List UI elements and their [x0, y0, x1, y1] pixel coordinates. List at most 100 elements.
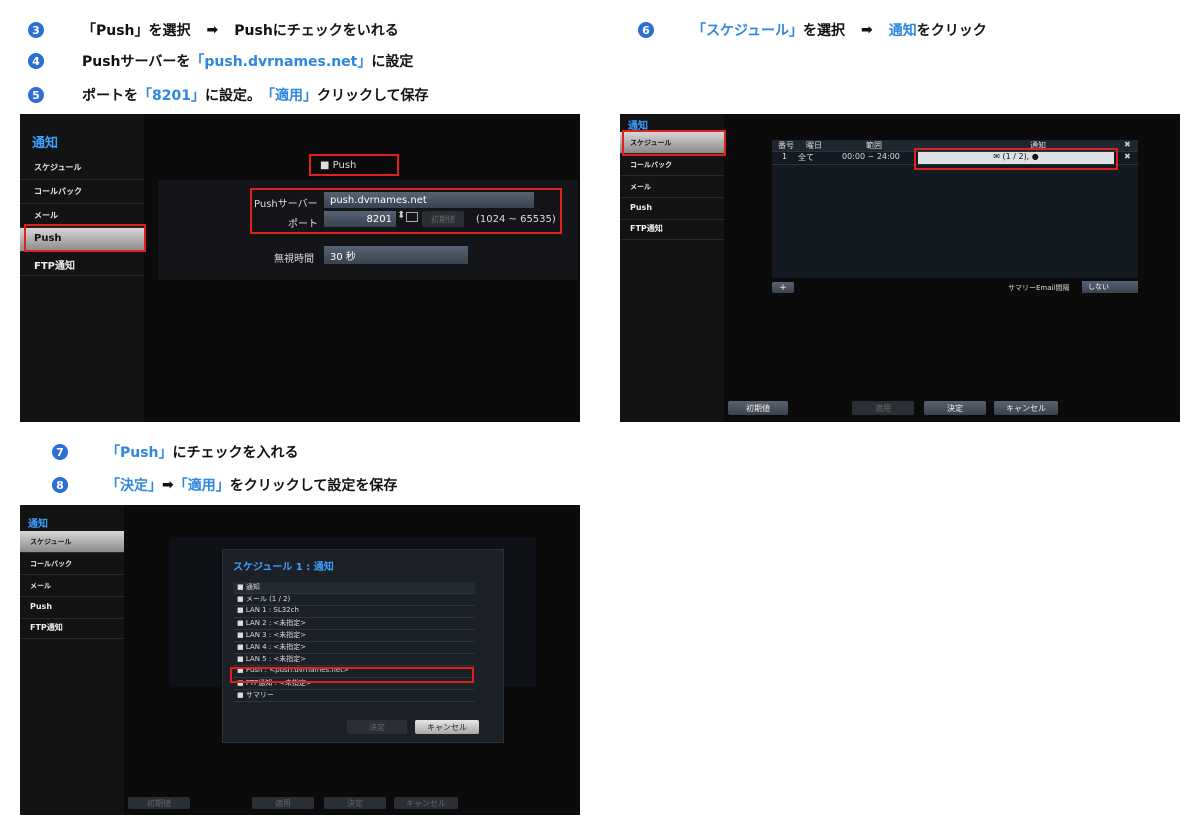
- step-3: 3 「Push」を選択 ➡ Pushにチェックをいれる: [28, 20, 399, 40]
- highlight-box: [309, 154, 399, 176]
- list-item-label: LAN 4 : <未指定>: [245, 643, 307, 651]
- list-item[interactable]: ■ LAN 2 : <未指定>: [233, 618, 475, 630]
- sidebar-item-callback[interactable]: コールバック: [620, 154, 724, 176]
- header-range: 範囲: [866, 141, 882, 150]
- step-text: Pushにチェックをいれる: [234, 23, 399, 39]
- dialog-title: スケジュール 1 : 通知: [233, 562, 334, 573]
- dialog-ok-button[interactable]: 決定: [347, 720, 407, 734]
- step-text: に設定: [371, 54, 414, 70]
- highlight-box: [914, 148, 1118, 170]
- step-number: 3: [28, 22, 44, 38]
- step-text: に設定。: [204, 88, 261, 104]
- step-text: 「8201」: [138, 88, 205, 104]
- default-button[interactable]: 初期値: [128, 797, 190, 809]
- list-item-label: サマリー: [245, 691, 274, 699]
- notify-dialog: スケジュール 1 : 通知 ■ 通知 ■ メール (1 / 2) ■ LAN 1…: [222, 549, 504, 743]
- list-item-label: LAN 5 : <未指定>: [245, 655, 307, 663]
- sidebar-item-callback[interactable]: コールバック: [20, 180, 144, 204]
- sidebar: 通知 スケジュール コールバック メール Push FTP通知: [20, 114, 144, 422]
- step-4: 4 Pushサーバーを 「push.dvrnames.net」 に設定: [28, 51, 413, 71]
- step-6: 6 「スケジュール」 を選択 ➡ 通知 をクリック: [638, 20, 987, 40]
- list-item[interactable]: ■ メール (1 / 2): [233, 594, 475, 606]
- step-8: 8 「決定」 ➡ 「適用」 をクリックして設定を保存: [52, 475, 397, 495]
- sidebar-item-ftp[interactable]: FTP通知: [20, 617, 124, 639]
- schedule-screen: 通知 スケジュール コールバック メール Push FTP通知 番号 曜日 範囲…: [620, 114, 1180, 422]
- ignore-time-label: 無視時間: [274, 254, 314, 265]
- summary-select[interactable]: しない: [1082, 281, 1138, 293]
- step-text: 「Push」: [106, 445, 173, 461]
- step-text: 「適用」: [260, 88, 317, 104]
- step-text: 通知: [888, 23, 917, 39]
- push-settings-screen: 通知 スケジュール コールバック メール Push FTP通知 ■ Push P…: [20, 114, 580, 422]
- list-item[interactable]: ■ LAN 3 : <未指定>: [233, 630, 475, 642]
- ok-button[interactable]: 決定: [324, 797, 386, 809]
- list-item[interactable]: ■ 通知: [233, 582, 475, 594]
- sidebar: 通知 スケジュール コールバック メール Push FTP通知: [620, 114, 724, 422]
- apply-button[interactable]: 適用: [252, 797, 314, 809]
- ok-button[interactable]: 決定: [924, 401, 986, 415]
- apply-button[interactable]: 適用: [852, 401, 914, 415]
- step-7: 7 「Push」 にチェックを入れる: [52, 442, 299, 462]
- step-number: 5: [28, 87, 44, 103]
- list-item[interactable]: ■ LAN 1 : SL32ch: [233, 606, 475, 618]
- cancel-button[interactable]: キャンセル: [394, 797, 458, 809]
- step-5: 5 ポートを 「8201」 に設定。 「適用」 クリックして保存: [28, 85, 429, 105]
- list-item[interactable]: ■ LAN 4 : <未指定>: [233, 642, 475, 654]
- sidebar-item-mail[interactable]: メール: [20, 575, 124, 597]
- sidebar-item-push[interactable]: Push: [620, 198, 724, 220]
- list-item-label: LAN 1 : SL32ch: [245, 606, 299, 614]
- step-text: 「push.dvrnames.net」: [190, 54, 372, 70]
- highlight-box: [250, 188, 562, 234]
- step-text: クリックして保存: [316, 88, 429, 104]
- ignore-time-select[interactable]: 30 秒: [324, 246, 468, 264]
- step-number: 6: [638, 22, 654, 38]
- step-number: 7: [52, 444, 68, 460]
- step-text: をクリック: [916, 23, 987, 39]
- arrow-icon: ➡: [206, 22, 219, 38]
- sidebar-item-ftp[interactable]: FTP通知: [620, 218, 724, 240]
- sidebar-item-push[interactable]: Push: [20, 597, 124, 619]
- sidebar: 通知 スケジュール コールバック メール Push FTP通知: [20, 505, 124, 815]
- cancel-button[interactable]: キャンセル: [994, 401, 1058, 415]
- step-text: 「Push」を選択: [82, 23, 191, 39]
- list-item-label: LAN 2 : <未指定>: [245, 619, 307, 627]
- arrow-icon: ➡: [861, 22, 873, 38]
- step-text: にチェックを入れる: [172, 445, 299, 461]
- step-text: 「適用」: [173, 478, 230, 494]
- list-item[interactable]: ■ サマリー: [233, 690, 475, 702]
- sidebar-item-callback[interactable]: コールバック: [20, 553, 124, 575]
- list-item[interactable]: ■ LAN 5 : <未指定>: [233, 654, 475, 666]
- arrow-icon: ➡: [162, 477, 174, 493]
- step-text: ポートを: [82, 88, 138, 104]
- sidebar-item-ftp[interactable]: FTP通知: [20, 252, 144, 276]
- step-text: を選択: [803, 23, 846, 39]
- add-row-button[interactable]: +: [772, 282, 794, 293]
- step-text: 「スケジュール」: [692, 23, 804, 39]
- sidebar-title: 通知: [28, 519, 48, 530]
- list-item-label: 通知: [245, 583, 260, 591]
- highlight-box: [24, 224, 146, 252]
- default-button[interactable]: 初期値: [728, 401, 788, 415]
- step-text: 「決定」: [106, 478, 162, 494]
- header-day: 曜日: [806, 141, 822, 150]
- delete-row-icon[interactable]: ✖: [1124, 152, 1131, 161]
- step-number: 4: [28, 53, 44, 69]
- close-icon[interactable]: ✖: [1124, 140, 1131, 149]
- highlight-box: [230, 667, 474, 683]
- header-no: 番号: [778, 141, 794, 150]
- list-item-label: メール (1 / 2): [245, 595, 291, 603]
- sidebar-item-mail[interactable]: メール: [620, 176, 724, 198]
- sidebar-title: 通知: [32, 136, 59, 151]
- step-number: 8: [52, 477, 68, 493]
- sidebar-item-schedule[interactable]: スケジュール: [20, 156, 144, 180]
- step-text: をクリックして設定を保存: [229, 478, 398, 494]
- cell-range[interactable]: 00:00 ~ 24:00: [842, 152, 900, 161]
- notify-list: ■ 通知 ■ メール (1 / 2) ■ LAN 1 : SL32ch ■ LA…: [233, 582, 475, 708]
- list-item-label: LAN 3 : <未指定>: [245, 631, 307, 639]
- cell-day[interactable]: 全て: [798, 152, 814, 163]
- notify-dialog-screen: 通知 スケジュール コールバック メール Push FTP通知 スケジュール 1…: [20, 505, 580, 815]
- sidebar-item-schedule[interactable]: スケジュール: [20, 531, 124, 553]
- step-text: Pushサーバーを: [82, 54, 191, 70]
- cell-no: 1: [782, 152, 788, 161]
- dialog-cancel-button[interactable]: キャンセル: [415, 720, 479, 734]
